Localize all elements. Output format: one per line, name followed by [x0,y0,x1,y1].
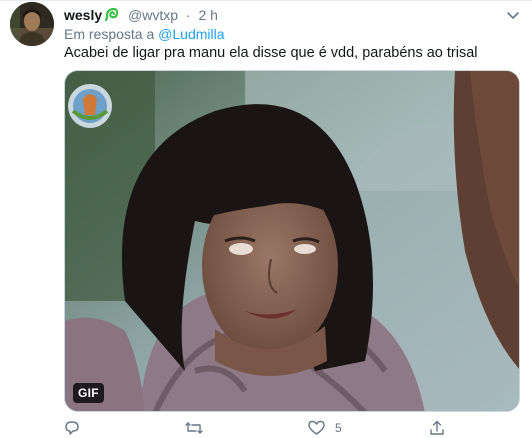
retweet-button[interactable] [185,418,213,438]
green-swirl-icon [104,6,120,22]
tweet[interactable]: wesly @wvtxp · 2 h Em resposta a @Ludmil… [0,0,532,438]
reply-context: Em resposta a @Ludmilla [64,24,225,44]
reply-prefix: Em resposta a [64,26,155,42]
separator-dot: · [185,7,191,23]
tweet-text: Acabei de ligar pra manu ela disse que é… [64,45,478,61]
share-icon [430,420,444,435]
reply-button[interactable] [64,418,90,438]
avatar[interactable] [10,2,54,46]
retweet-icon [185,422,203,434]
heart-icon [308,420,325,435]
like-count: 5 [335,421,342,435]
chevron-down-icon[interactable] [504,6,522,24]
gif-frame [65,71,519,411]
reply-icon [65,421,79,435]
display-name[interactable]: wesly [64,7,102,23]
share-button[interactable] [429,418,455,438]
gif-badge: GIF [73,383,104,403]
reply-mention-link[interactable]: @Ludmilla [158,26,224,42]
handle[interactable]: @wvtxp [128,7,178,23]
timestamp[interactable]: 2 h [198,7,217,23]
gif-media[interactable]: GIF [64,70,520,412]
action-bar: 5 [64,418,520,438]
divider [0,0,532,1]
like-button[interactable]: 5 [308,418,342,438]
avatar-image [10,2,54,46]
tweet-header: wesly @wvtxp · 2 h [64,5,218,25]
